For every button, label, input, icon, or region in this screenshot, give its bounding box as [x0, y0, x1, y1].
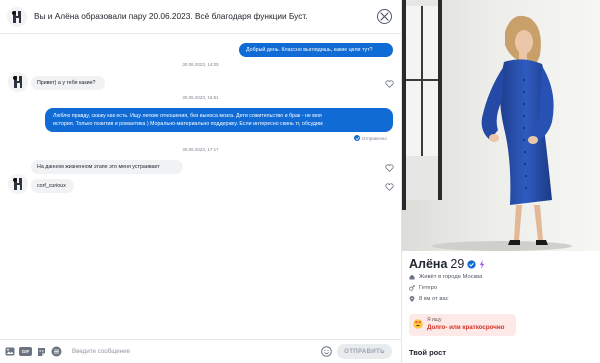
profile-fact-orientation: Гетеро — [409, 285, 437, 291]
message-input[interactable] — [72, 345, 312, 357]
message-text: corf_curioux — [37, 183, 66, 189]
profile-name-row: Алёна 29 — [409, 257, 485, 271]
image-icon — [5, 347, 15, 356]
like-heart-icon[interactable] — [385, 183, 394, 191]
verified-badge-icon — [467, 259, 476, 269]
photo-upload-button[interactable] — [4, 346, 16, 357]
message-incoming[interactable]: corf_curioux — [31, 179, 74, 193]
seeking-label: Я ищу — [427, 317, 442, 323]
sender-avatar[interactable] — [8, 174, 28, 194]
smiley-icon — [320, 346, 332, 357]
close-chat-button[interactable] — [377, 9, 392, 24]
height-section-title: Твой рост — [409, 348, 446, 357]
sender-avatar[interactable] — [8, 72, 28, 92]
message-text: Добрый день. Классно выглядишь, какие це… — [246, 46, 373, 53]
heart-eyes-emoji-icon — [413, 319, 423, 329]
sticker-button[interactable] — [35, 346, 47, 357]
boost-bolt-icon — [480, 259, 485, 269]
message-incoming[interactable]: Привет) а у тебя какие? — [31, 76, 105, 90]
match-info-text: Вы и Алёна образовали пару 20.06.2023. В… — [34, 11, 308, 21]
seeking-value: Долго- или краткосрочно — [427, 324, 505, 331]
message-outgoing[interactable]: Добрый день. Классно выглядишь, какие це… — [239, 43, 393, 57]
delivery-status: Отправлено — [354, 135, 387, 141]
message-list: Добрый день. Классно выглядишь, какие це… — [0, 34, 401, 339]
location-pin-icon — [409, 296, 415, 302]
chat-panel: Вы и Алёна образовали пару 20.06.2023. В… — [0, 0, 401, 363]
sent-check-icon — [354, 135, 360, 141]
date-separator: 30.06.2023, 16:51 — [182, 95, 219, 100]
emoji-button[interactable] — [320, 346, 332, 357]
profile-panel: Алёна 29 Живёт в городе Москва Гетеро 8 … — [402, 0, 600, 363]
date-separator: 30.06.2023, 17:17 — [182, 147, 219, 152]
profile-fact-distance: 8 км от вас — [409, 296, 448, 302]
orientation-icon — [409, 285, 415, 291]
gif-button[interactable]: GIF — [19, 347, 32, 356]
like-heart-icon[interactable] — [385, 80, 394, 88]
profile-fact-text: 8 км от вас — [419, 296, 449, 302]
profile-fact-text: Живёт в городе Москва — [419, 274, 483, 280]
profile-photo[interactable] — [402, 0, 600, 251]
like-heart-icon[interactable] — [385, 164, 394, 172]
close-icon — [380, 12, 389, 21]
message-text-line-1: Люблю правду, скажу как есть. Ищу легкие… — [53, 112, 322, 119]
menu-lines-icon — [51, 346, 61, 357]
sticker-icon — [37, 347, 45, 356]
chat-header: Вы и Алёна образовали пару 20.06.2023. В… — [0, 0, 401, 34]
profile-name: Алёна — [409, 257, 448, 271]
profile-age: 29 — [450, 257, 465, 271]
message-outgoing[interactable]: Люблю правду, скажу как есть. Ищу легкие… — [45, 108, 393, 132]
message-incoming[interactable]: На данном жизненном этапе это меня устра… — [31, 160, 183, 174]
gif-label: GIF — [21, 349, 30, 354]
date-separator: 30.06.2023, 14:05 — [182, 62, 219, 67]
profile-fact-text: Гетеро — [419, 285, 438, 291]
message-text-line-2: история. Только позитив и романтика ) Мо… — [53, 121, 323, 127]
send-button[interactable]: ОТПРАВИТЬ — [337, 344, 392, 359]
profile-fact-city: Живёт в городе Москва — [409, 274, 482, 280]
home-icon — [409, 274, 415, 280]
message-text: На данном жизненном этапе это меня устра… — [37, 164, 160, 170]
more-options-button[interactable] — [50, 346, 62, 357]
message-text: Привет) а у тебя какие? — [37, 80, 96, 86]
delivery-status-text: Отправлено — [362, 135, 387, 141]
match-avatar[interactable] — [7, 7, 27, 27]
